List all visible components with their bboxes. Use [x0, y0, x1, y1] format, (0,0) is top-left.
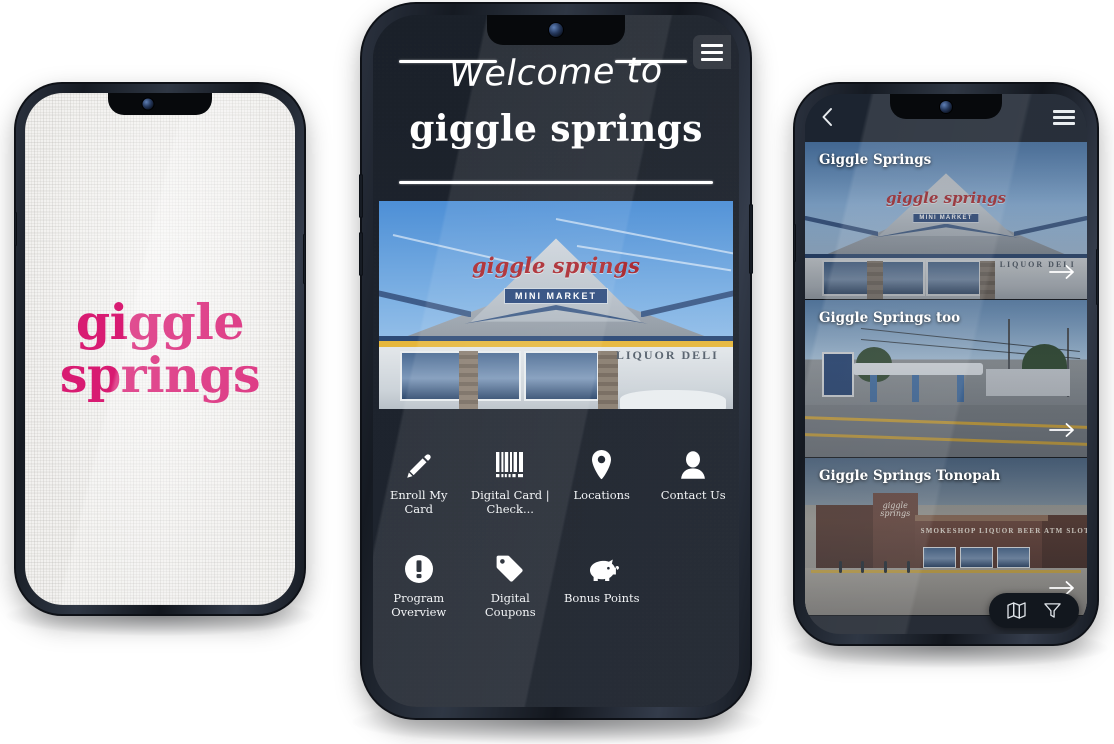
location-card-title: Giggle Springs too [819, 310, 961, 326]
hero-logo-text: giggle springs [472, 253, 640, 278]
hamburger-bar [1053, 122, 1075, 125]
tile-enroll-my-card[interactable]: Enroll My Card [373, 435, 465, 516]
hamburger-bar [1053, 110, 1075, 113]
tile-label: Enroll My Card [389, 488, 448, 517]
location-card-title: Giggle Springs [819, 152, 932, 168]
person-icon [679, 441, 707, 481]
tile-label: Bonus Points [563, 591, 640, 606]
tile-label: Locations [573, 488, 630, 502]
home-tile-row-1: Enroll My Card Digital Card | Check... L… [373, 435, 739, 516]
tile-label: Digital Coupons [484, 591, 536, 620]
home-brand-title: giggle springs [409, 108, 703, 150]
location-card-title: Giggle Springs Tonopah [819, 468, 1001, 484]
piggy-bank-icon [585, 544, 619, 584]
arrow-right-icon[interactable] [1049, 422, 1075, 443]
splash-content: giggle springs [25, 93, 295, 605]
tile-digital-card[interactable]: Digital Card | Check... [465, 435, 557, 516]
hamburger-bar [701, 43, 723, 47]
right-phone-notch [890, 94, 1002, 119]
hero-liquor-deli-sign: LIQUOR DELI [615, 348, 719, 363]
arrow-right-icon[interactable] [1049, 264, 1075, 285]
pencil-icon [404, 441, 434, 481]
barcode-icon [495, 441, 526, 481]
tile-bonus-points[interactable]: Bonus Points [556, 538, 648, 619]
map-icon[interactable] [1007, 602, 1026, 619]
front-camera-icon [940, 100, 952, 113]
tile-label: Contact Us [660, 488, 726, 502]
home-tile-grid: Enroll My Card Digital Card | Check... L… [373, 435, 739, 707]
hamburger-icon[interactable] [693, 35, 731, 69]
tag-icon [495, 544, 525, 584]
location-card[interactable]: giggle springs MINI MARKET LIQUOR DELI G… [805, 142, 1087, 300]
front-camera-icon [142, 98, 154, 110]
tile-empty-slot [648, 538, 740, 619]
map-pin-icon [589, 441, 614, 481]
locations-bottom-toolbar [989, 593, 1079, 628]
splash-brand-line1: giggle [75, 293, 245, 352]
home-tile-row-2: Program Overview Digital Coupons Bonus P… [373, 538, 739, 619]
exclamation-circle-icon [404, 544, 434, 584]
hero-logo-subsign: MINI MARKET [504, 288, 608, 305]
volume-button[interactable] [359, 174, 363, 218]
hamburger-icon[interactable] [1053, 110, 1075, 125]
filter-icon[interactable] [1044, 602, 1061, 619]
hamburger-bar [701, 57, 723, 61]
volume-down-button[interactable] [359, 232, 363, 276]
welcome-script-text: Welcome to [448, 50, 664, 96]
hero-window-1 [400, 350, 461, 401]
location-card[interactable]: Giggle Springs too [805, 300, 1087, 458]
power-button[interactable] [749, 204, 753, 274]
power-button[interactable] [303, 234, 306, 284]
tile-locations[interactable]: Locations [556, 435, 648, 516]
front-camera-icon [549, 23, 563, 37]
left-phone-screen: giggle springs [25, 93, 295, 605]
power-button[interactable] [1096, 249, 1099, 305]
hamburger-bar [701, 50, 723, 54]
tile-program-overview[interactable]: Program Overview [373, 538, 465, 619]
tile-label: Program Overview [391, 591, 447, 620]
right-phone-device: giggle springs MINI MARKET LIQUOR DELI G… [793, 84, 1099, 644]
splash-brand-line2: springs [59, 346, 261, 404]
home-content: Welcome to giggle springs LIQUOR DELI gi… [373, 15, 739, 707]
hero-yellow-band [379, 341, 733, 347]
chevron-left-icon[interactable] [817, 106, 839, 128]
left-phone-device: giggle springs [14, 84, 306, 614]
volume-button[interactable] [793, 224, 796, 262]
locations-card-list: giggle springs MINI MARKET LIQUOR DELI G… [805, 142, 1087, 634]
left-phone-notch [108, 93, 212, 115]
hamburger-bar [1053, 116, 1075, 119]
tile-contact-us[interactable]: Contact Us [648, 435, 740, 516]
hero-storefront-image[interactable]: LIQUOR DELI giggle springs MINI MARKET [379, 201, 733, 409]
screenshot-stage: giggle springs Welcome to giggle springs [0, 0, 1114, 744]
tile-digital-coupons[interactable]: Digital Coupons [465, 538, 557, 619]
right-phone-screen: giggle springs MINI MARKET LIQUOR DELI G… [805, 94, 1087, 634]
hero-car [619, 390, 726, 409]
center-phone-screen: Welcome to giggle springs LIQUOR DELI gi… [373, 15, 739, 707]
hero-stone-pillar-left [458, 350, 479, 409]
tile-label: Digital Card | Check... [470, 488, 550, 517]
volume-button[interactable] [14, 212, 17, 246]
center-phone-notch [487, 15, 625, 45]
hero-window-3 [524, 350, 599, 401]
center-phone-device: Welcome to giggle springs LIQUOR DELI gi… [359, 4, 753, 718]
header-bottom-divider [399, 181, 713, 184]
